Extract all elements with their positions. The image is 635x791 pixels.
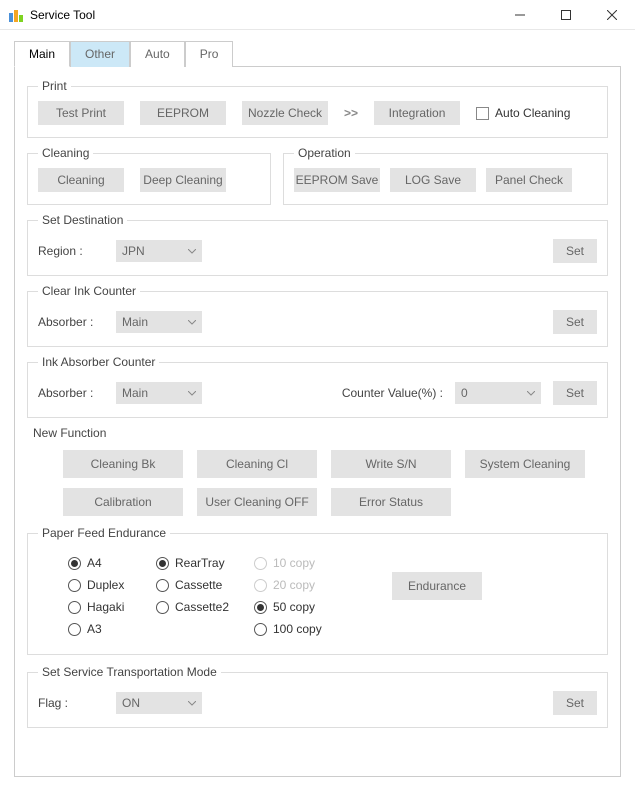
cleaning-button[interactable]: Cleaning — [38, 168, 124, 192]
chevron-down-icon — [188, 391, 196, 396]
radio-reartray[interactable]: RearTray — [156, 556, 236, 570]
paper-feed-legend: Paper Feed Endurance — [38, 526, 170, 540]
set-absorber-button[interactable]: Set — [553, 381, 597, 405]
ink-absorber-legend: Ink Absorber Counter — [38, 355, 159, 369]
tray-column: RearTray Cassette Cassette2 — [156, 556, 236, 614]
arrow-icon: >> — [344, 106, 358, 120]
tab-auto[interactable]: Auto — [130, 41, 185, 67]
tab-panel-main: Print Test Print EEPROM Nozzle Check >> … — [14, 67, 621, 777]
radio-a4[interactable]: A4 — [68, 556, 138, 570]
system-cleaning-button[interactable]: System Cleaning — [465, 450, 585, 478]
tab-main[interactable]: Main — [14, 41, 70, 67]
maximize-button[interactable] — [543, 0, 589, 30]
tab-pro[interactable]: Pro — [185, 41, 234, 67]
close-button[interactable] — [589, 0, 635, 30]
clear-ink-legend: Clear Ink Counter — [38, 284, 140, 298]
radio-100copy[interactable]: 100 copy — [254, 622, 324, 636]
chevron-down-icon — [188, 701, 196, 706]
absorber2-label: Absorber : — [38, 386, 98, 400]
error-status-button[interactable]: Error Status — [331, 488, 451, 516]
radio-cassette[interactable]: Cassette — [156, 578, 236, 592]
flag-select[interactable]: ON — [116, 692, 202, 714]
paper-feed-group: Paper Feed Endurance A4 Duplex Hagaki A3… — [27, 526, 608, 655]
operation-legend: Operation — [294, 146, 355, 160]
auto-cleaning-checkbox[interactable]: Auto Cleaning — [476, 106, 570, 120]
app-icon — [8, 7, 24, 23]
chevron-down-icon — [188, 320, 196, 325]
radio-hagaki[interactable]: Hagaki — [68, 600, 138, 614]
flag-label: Flag : — [38, 696, 98, 710]
counter-value-select[interactable]: 0 — [455, 382, 541, 404]
ink-absorber-group: Ink Absorber Counter Absorber : Main Cou… — [27, 355, 608, 418]
eeprom-save-button[interactable]: EEPROM Save — [294, 168, 380, 192]
cleaning-bk-button[interactable]: Cleaning Bk — [63, 450, 183, 478]
deep-cleaning-button[interactable]: Deep Cleaning — [140, 168, 226, 192]
absorber2-select[interactable]: Main — [116, 382, 202, 404]
set-clear-ink-button[interactable]: Set — [553, 310, 597, 334]
tabstrip: Main Other Auto Pro — [14, 40, 621, 67]
window-title: Service Tool — [30, 8, 95, 22]
clear-ink-group: Clear Ink Counter Absorber : Main Set — [27, 284, 608, 347]
user-cleaning-off-button[interactable]: User Cleaning OFF — [197, 488, 317, 516]
set-transport-button[interactable]: Set — [553, 691, 597, 715]
test-print-button[interactable]: Test Print — [38, 101, 124, 125]
checkbox-icon — [476, 107, 489, 120]
print-legend: Print — [38, 79, 71, 93]
log-save-button[interactable]: LOG Save — [390, 168, 476, 192]
auto-cleaning-label: Auto Cleaning — [495, 106, 570, 120]
radio-20copy[interactable]: 20 copy — [254, 578, 324, 592]
set-destination-group: Set Destination Region : JPN Set — [27, 213, 608, 276]
print-group: Print Test Print EEPROM Nozzle Check >> … — [27, 79, 608, 138]
radio-a3[interactable]: A3 — [68, 622, 138, 636]
region-select[interactable]: JPN — [116, 240, 202, 262]
panel-check-button[interactable]: Panel Check — [486, 168, 572, 192]
cleaning-cl-button[interactable]: Cleaning Cl — [197, 450, 317, 478]
counter-value-label: Counter Value(%) : — [342, 386, 443, 400]
radio-cassette2[interactable]: Cassette2 — [156, 600, 236, 614]
radio-duplex[interactable]: Duplex — [68, 578, 138, 592]
copy-column: 10 copy 20 copy 50 copy 100 copy — [254, 556, 324, 636]
absorber-label: Absorber : — [38, 315, 98, 329]
chevron-down-icon — [188, 249, 196, 254]
set-destination-legend: Set Destination — [38, 213, 127, 227]
radio-10copy[interactable]: 10 copy — [254, 556, 324, 570]
radio-50copy[interactable]: 50 copy — [254, 600, 324, 614]
endurance-button[interactable]: Endurance — [392, 572, 482, 600]
transport-legend: Set Service Transportation Mode — [38, 665, 221, 679]
tab-other[interactable]: Other — [70, 41, 130, 67]
minimize-button[interactable] — [497, 0, 543, 30]
new-function-label: New Function — [33, 426, 608, 440]
cleaning-legend: Cleaning — [38, 146, 93, 160]
cleaning-group: Cleaning Cleaning Deep Cleaning — [27, 146, 271, 205]
calibration-button[interactable]: Calibration — [63, 488, 183, 516]
integration-button[interactable]: Integration — [374, 101, 460, 125]
chevron-down-icon — [527, 391, 535, 396]
set-region-button[interactable]: Set — [553, 239, 597, 263]
write-sn-button[interactable]: Write S/N — [331, 450, 451, 478]
nozzle-check-button[interactable]: Nozzle Check — [242, 101, 328, 125]
titlebar: Service Tool — [0, 0, 635, 30]
operation-group: Operation EEPROM Save LOG Save Panel Che… — [283, 146, 608, 205]
absorber-select[interactable]: Main — [116, 311, 202, 333]
transport-group: Set Service Transportation Mode Flag : O… — [27, 665, 608, 728]
eeprom-button[interactable]: EEPROM — [140, 101, 226, 125]
size-column: A4 Duplex Hagaki A3 — [68, 556, 138, 636]
region-label: Region : — [38, 244, 98, 258]
